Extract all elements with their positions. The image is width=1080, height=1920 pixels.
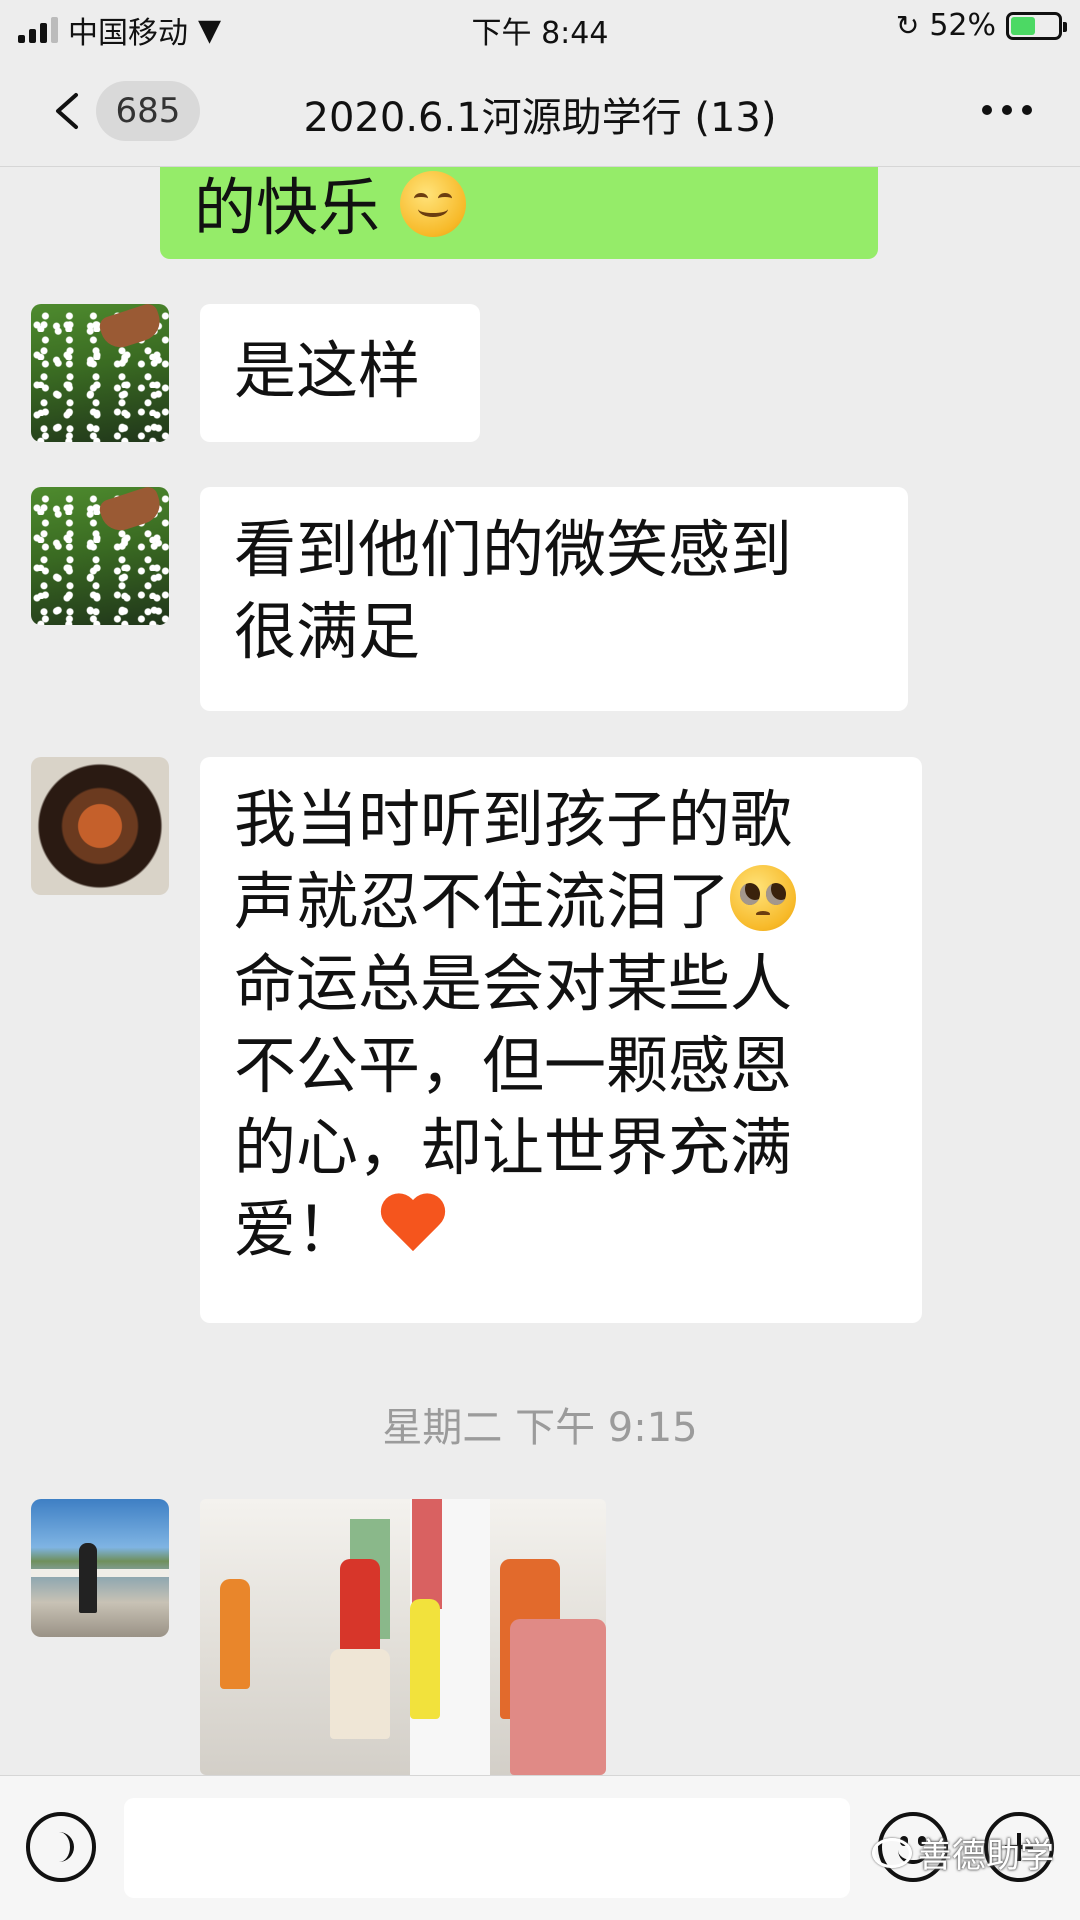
message-line: 很满足 [234,595,421,668]
smiling-face-icon [399,171,466,237]
wechat-logo-icon [872,1837,912,1868]
chat-message-list[interactable]: 的快乐 是这样 看到他们的微笑感到 很满足 我当时听到孩子的歌 声就忍不住流泪了… [0,167,1080,1775]
battery-icon [1006,11,1067,40]
message-line: 我当时听到孩子的歌 [234,783,793,856]
message-line: 命运总是会对某些人 [234,947,793,1020]
more-options-icon[interactable] [982,105,1032,115]
sent-message-bubble[interactable]: 的快乐 [160,167,878,259]
received-message-bubble[interactable]: 我当时听到孩子的歌 声就忍不住流泪了 命运总是会对某些人 不公平，但一颗感恩 的… [200,757,922,1323]
message-input[interactable] [124,1798,850,1898]
wooden-carving-avatar[interactable] [31,757,169,895]
unread-count-badge[interactable]: 685 [96,81,200,141]
message-line: 的心，却让世界充满 [234,1111,793,1184]
message-timestamp: 星期二 下午 9:15 [382,1405,698,1451]
pleading-face-icon [730,865,797,931]
seaside-person-avatar[interactable] [31,1499,169,1637]
message-line: 看到他们的微笑感到 [234,513,793,586]
message-line: 不公平，但一颗感恩 [234,1029,793,1102]
message-text: 的快乐 [194,171,381,244]
chat-header: 685 2020.6.1河源助学行 (13) [0,55,1080,167]
status-bar: 中国移动 ▼ 下午 8:44 ↻ 52% [0,0,1080,55]
status-right: ↻ 52% [895,8,1067,43]
hallway-photo[interactable] [200,1499,606,1775]
grass-flowers-avatar[interactable] [31,304,169,442]
message-line: 声就忍不住流泪了 [234,861,888,943]
battery-percent: 52% [929,8,996,43]
chat-title: 2020.6.1河源助学行 (13) [303,95,777,141]
received-message-bubble[interactable]: 是这样 [200,304,480,442]
orange-heart-icon [378,1195,448,1257]
message-line: 爱！ [234,1189,888,1271]
grass-flowers-avatar[interactable] [31,487,169,625]
voice-input-button[interactable] [26,1812,96,1882]
received-message-bubble[interactable]: 看到他们的微笑感到 很满足 [200,487,908,711]
rotation-lock-icon: ↻ [895,9,920,42]
watermark-text: 善德助学 [918,1836,1054,1876]
watermark: 善德助学 [872,1828,1054,1877]
message-text: 是这样 [234,334,421,407]
back-chevron-icon[interactable] [48,91,88,131]
battery-fill [1011,16,1035,35]
